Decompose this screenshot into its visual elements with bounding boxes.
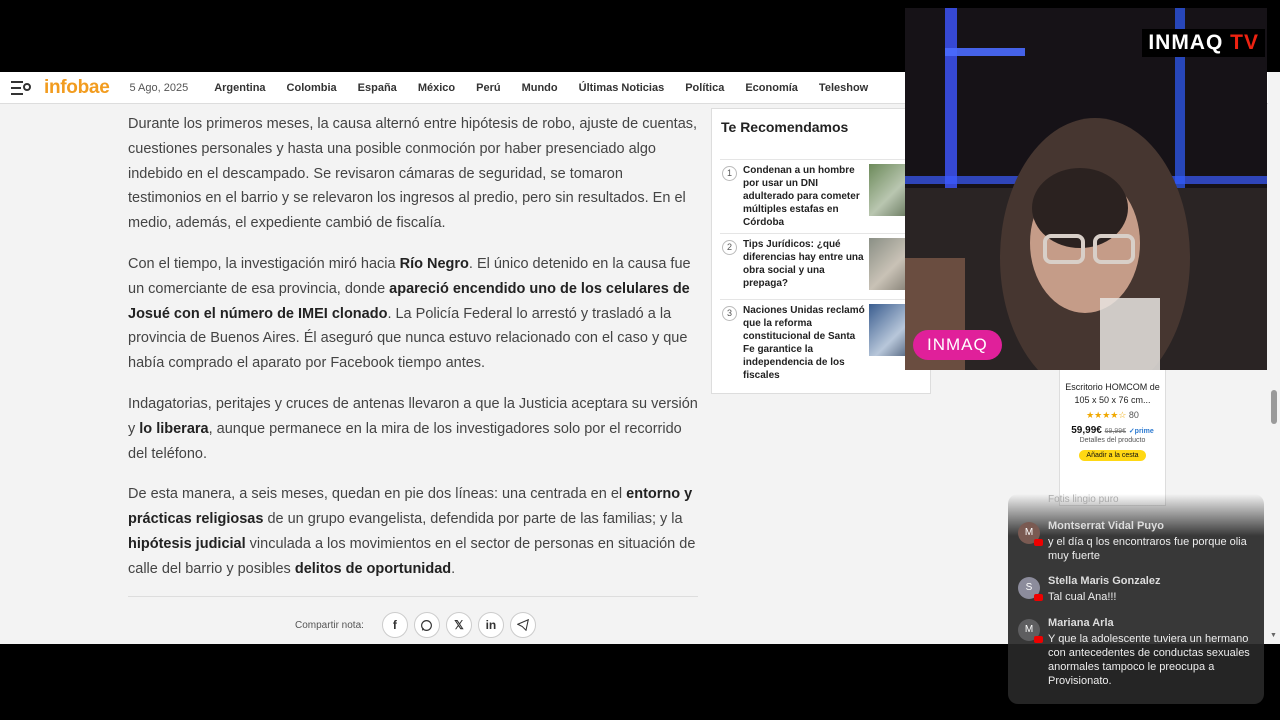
site-logo[interactable]: infobae <box>44 77 110 99</box>
nav-link-espana[interactable]: España <box>358 82 397 94</box>
recommendation-item[interactable]: 3 Naciones Unidas reclamó que la reforma… <box>720 299 923 389</box>
linkedin-share-icon[interactable]: in <box>477 612 504 638</box>
ad-details-link[interactable]: Detalles del producto <box>1060 437 1165 444</box>
nav-link-teleshow[interactable]: Teleshow <box>819 82 868 94</box>
stream-logo: INMAQ <box>913 330 1002 360</box>
avatar: S <box>1018 577 1043 601</box>
webcam-feed: INMAQ TV INMAQ <box>905 8 1267 370</box>
nav-links: Argentina Colombia España México Perú Mu… <box>214 82 889 94</box>
add-to-cart-button[interactable]: Añadir a la cesta <box>1079 450 1146 461</box>
live-chat-overlay: Fotis lingio puro M Montserrat Vidal Puy… <box>1008 494 1264 704</box>
chat-faded-message: Fotis lingio puro <box>1048 494 1119 505</box>
whatsapp-share-icon[interactable] <box>413 612 440 638</box>
share-label: Compartir nota: <box>295 619 364 631</box>
scroll-down-icon[interactable]: ▼ <box>1270 632 1277 639</box>
nav-link-mundo[interactable]: Mundo <box>522 82 558 94</box>
share-bar: Compartir nota: f 𝕏 in <box>295 612 542 638</box>
facebook-share-icon[interactable]: f <box>381 612 408 638</box>
ad-price: 59,99€ 69,99€ ✓prime <box>1071 425 1154 436</box>
chat-text: Tal cual Ana!!! <box>1048 591 1117 603</box>
nav-link-peru[interactable]: Perú <box>476 82 500 94</box>
page-scrollbar[interactable]: ▼ <box>1268 72 1280 644</box>
chat-author: Stella Maris Gonzalez <box>1048 575 1161 587</box>
nav-link-argentina[interactable]: Argentina <box>214 82 265 94</box>
recommendations-title: Te Recomendamos <box>721 119 849 135</box>
chat-author: Mariana Arla <box>1048 617 1114 629</box>
scrollbar-thumb[interactable] <box>1271 390 1277 424</box>
telegram-share-icon[interactable] <box>509 612 536 638</box>
article-body: Durante los primeros meses, la causa alt… <box>128 112 698 598</box>
article-paragraph: Indagatorias, peritajes y cruces de ante… <box>128 395 698 462</box>
menu-search-icon[interactable] <box>11 80 31 95</box>
nav-link-colombia[interactable]: Colombia <box>287 82 337 94</box>
youtube-icon <box>1034 594 1043 601</box>
highlight-rio-negro: Río Negro <box>399 255 469 272</box>
nav-link-ultimas-noticias[interactable]: Últimas Noticias <box>579 82 665 94</box>
x-share-icon[interactable]: 𝕏 <box>445 612 472 638</box>
avatar: M <box>1018 619 1043 643</box>
article-divider <box>128 596 698 597</box>
chat-text: Y que la adolescente tuviera un hermano … <box>1048 633 1250 687</box>
chat-text: y el día q los encontraros fue porque ol… <box>1048 536 1247 562</box>
chat-author: Montserrat Vidal Puyo <box>1048 520 1164 532</box>
highlight-delitos: delitos de oportunidad <box>294 560 452 577</box>
nav-link-economia[interactable]: Economía <box>745 82 798 94</box>
stream-brand-badge: INMAQ TV <box>1142 29 1265 57</box>
nav-link-mexico[interactable]: México <box>418 82 455 94</box>
webcam-scene <box>905 8 1267 370</box>
highlight-liberara: lo liberara <box>139 420 209 437</box>
ad-rating: ★★★★☆ 80 <box>1086 410 1139 420</box>
youtube-icon <box>1034 539 1043 546</box>
article-paragraph: De esta manera, a seis meses, quedan en … <box>128 486 696 577</box>
article-paragraph: Con el tiempo, la investigación miró hac… <box>128 255 691 372</box>
article-paragraph: Durante los primeros meses, la causa alt… <box>128 116 698 232</box>
highlight-hipotesis: hipótesis judicial <box>128 535 246 552</box>
product-ad[interactable]: Escritorio HOMCOM de 105 x 50 x 76 cm...… <box>1059 368 1166 506</box>
nav-link-politica[interactable]: Política <box>685 82 724 94</box>
youtube-icon <box>1034 636 1043 643</box>
recommendation-item[interactable]: 2 Tips Jurídicos: ¿qué diferencias hay e… <box>720 233 923 297</box>
recommendation-item[interactable]: 1 Condenan a un hombre por usar un DNI a… <box>720 159 923 228</box>
avatar: M <box>1018 522 1043 546</box>
recommendations-panel: Te Recomendamos 1 Condenan a un hombre p… <box>711 108 931 394</box>
ad-title[interactable]: Escritorio HOMCOM de 105 x 50 x 76 cm... <box>1060 381 1165 407</box>
header-date: 5 Ago, 2025 <box>129 81 189 94</box>
